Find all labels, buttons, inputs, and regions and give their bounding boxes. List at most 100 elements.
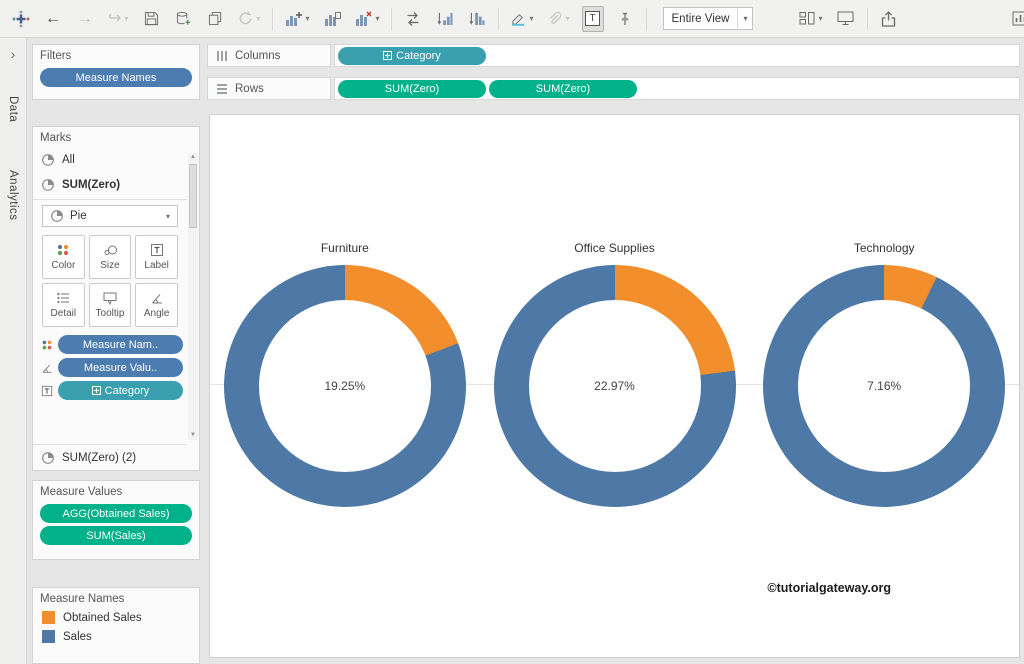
filters-card: Filters Measure Names [32,44,200,100]
show-cards-button[interactable]: ▾ [797,6,824,32]
pill-category[interactable]: Category [58,381,183,400]
fix-axes-button[interactable] [614,6,636,32]
replay-button[interactable]: ↪ ▾ [106,6,130,32]
columns-shelf-pills[interactable]: Category [334,44,1020,67]
donut-percent-label: 7.16% [867,379,902,393]
marks-row-sum-zero-2[interactable]: SUM(Zero) (2) [33,444,187,470]
show-mark-labels-button[interactable]: T [581,5,604,32]
pill-label: Category [396,49,441,62]
columns-pill-category[interactable]: Category [338,46,486,65]
highlight-button[interactable]: ▾ [509,6,535,32]
refresh-button[interactable]: ▾ [236,6,262,32]
swap-axes-button[interactable] [402,6,424,32]
expand-pane-icon[interactable]: › [11,46,16,62]
duplicate-button[interactable] [204,6,226,32]
size-icon [104,245,117,255]
tooltip-icon [103,292,117,305]
legend-item-sales[interactable]: Sales [33,627,199,646]
marks-tooltip-button[interactable]: Tooltip [88,283,132,327]
sort-ascending-button[interactable] [434,6,456,32]
chart-title: Furniture [320,241,369,255]
fit-dropdown[interactable]: Entire View ▾ [662,7,754,30]
button-label: Color [51,260,76,271]
redo-button[interactable]: → [74,6,96,32]
measure-values-card: Measure Values AGG(Obtained Sales) SUM(S… [32,480,200,560]
pill-label: Measure Nam.. [82,338,159,351]
undo-button[interactable]: ← [42,6,64,32]
duplicate-sheet-button[interactable] [321,6,343,32]
marks-row-label: SUM(Zero) (2) [62,451,137,464]
toolbar-divider [866,7,868,30]
pill-agg-obtained-sales[interactable]: AGG(Obtained Sales) [40,504,192,523]
presentation-mode-button[interactable] [835,6,857,32]
tableau-window: ← → ↪ ▾ ▾ ▾ ▾ ▾ ▾ T Entire View ▾ ▾ › Da… [0,0,1024,664]
chart-title: Office Supplies [574,241,655,255]
chart-column-furniture: Furniture 19.25% [210,115,480,657]
donut-hole: 22.97% [528,300,701,472]
pill-label: SUM(Zero) [535,82,591,95]
button-label: Size [100,260,120,271]
filters-title: Filters [40,50,72,62]
duplicate-icon [208,11,222,26]
pie-icon [42,178,54,191]
marks-angle-button[interactable]: Angle [135,283,178,327]
donut-chart-furniture[interactable]: 19.25% [223,265,466,507]
marks-scrollbar[interactable]: ▲ ▼ [188,153,198,440]
columns-shelf: Columns Category [207,44,1020,67]
save-button[interactable] [140,6,162,32]
marks-size-button[interactable]: Size [88,235,132,279]
tableau-logo-button[interactable] [10,6,32,32]
button-label: Detail [50,308,77,319]
scrollbar-thumb[interactable] [189,164,197,228]
clear-sheet-button[interactable]: ▾ [353,6,381,32]
marks-card: Marks All SUM(Zero) Pie ▾ Color Size Lab… [32,126,200,471]
filter-pill-measure-names[interactable]: Measure Names [40,68,192,87]
legend-item-obtained-sales[interactable]: Obtained Sales [33,608,199,627]
new-worksheet-button[interactable]: ▾ [283,6,311,32]
scroll-down-icon[interactable]: ▼ [190,431,196,440]
marks-color-button[interactable]: Color [42,235,85,279]
tab-analytics[interactable]: Analytics [7,170,19,221]
pill-sum-sales[interactable]: SUM(Sales) [40,526,192,545]
group-button[interactable]: ▾ [545,6,571,32]
marks-row-label: SUM(Zero) [62,178,121,191]
left-panel: Filters Measure Names Marks All SUM(Zero… [27,38,203,664]
pill-label: Category [104,384,150,397]
share-button[interactable] [878,6,900,32]
donut-chart-office-supplies[interactable]: 22.97% [493,265,736,507]
marks-detail-button[interactable]: Detail [42,283,85,327]
rows-shelf: Rows SUM(Zero) SUM(Zero) [207,77,1020,100]
watermark: ©tutorialgateway.org [767,581,891,595]
marks-label-button[interactable]: Label [135,235,178,279]
columns-icon [217,50,227,61]
detail-icon [57,292,70,304]
donut-percent-label: 19.25% [324,379,366,393]
mark-type-dropdown[interactable]: Pie ▾ [42,205,178,227]
rows-shelf-label: Rows [207,77,331,100]
sheet-area: Columns Category Rows SUM(Zero) SUM(Zero… [203,38,1024,664]
marks-row-sum-zero[interactable]: SUM(Zero) [33,172,187,197]
swap-axes-icon [407,11,419,26]
sort-descending-button[interactable] [466,6,488,32]
toolbar-divider [391,7,393,30]
mark-buttons: Color Size Label Detail Tooltip Angle [42,235,178,327]
pie-icon [42,153,54,166]
rows-shelf-pills[interactable]: SUM(Zero) SUM(Zero) [334,77,1020,100]
rows-pill-sum-zero-1[interactable]: SUM(Zero) [338,79,486,98]
rows-pill-sum-zero-2[interactable]: SUM(Zero) [489,79,637,98]
save-icon [144,11,158,26]
scroll-up-icon[interactable]: ▲ [190,153,196,162]
color-icon [39,339,54,351]
donut-chart-technology[interactable]: 7.16% [763,265,1006,507]
toolbar-divider [272,7,274,30]
shelf-label-text: Columns [235,49,281,62]
show-me-button[interactable] [1009,6,1024,32]
pill-measure-values[interactable]: Measure Valu.. [58,358,183,377]
angle-icon [39,362,54,374]
tab-data[interactable]: Data [7,96,19,122]
pill-measure-names[interactable]: Measure Nam.. [58,335,183,354]
new-data-source-button[interactable] [172,6,194,32]
measure-names-legend: Measure Names Obtained Sales Sales [32,587,200,664]
pill-label: AGG(Obtained Sales) [62,507,170,520]
marks-row-all[interactable]: All [33,147,187,172]
